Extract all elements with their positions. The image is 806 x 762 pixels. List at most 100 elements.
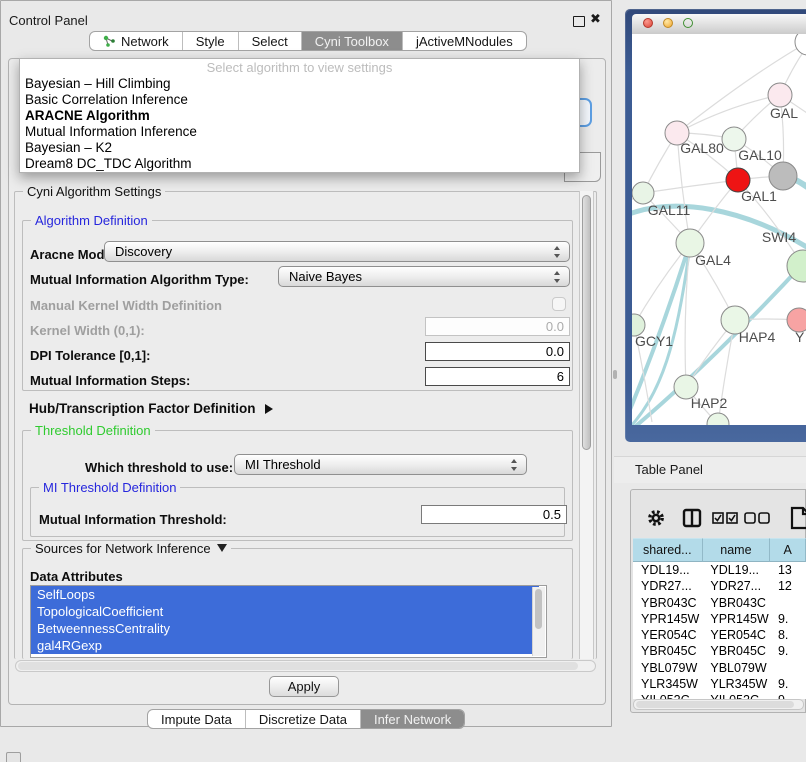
- table-cell: YDR27...: [702, 578, 770, 594]
- table-row[interactable]: YBR043CYBR043C: [633, 595, 806, 611]
- checked-boxes-icon[interactable]: [712, 511, 738, 525]
- tab-discretize-data[interactable]: Discretize Data: [245, 710, 360, 728]
- table-row[interactable]: YPR145WYPR145W9.: [633, 611, 806, 627]
- network-edge[interactable]: [634, 243, 690, 325]
- list-scrollbar[interactable]: [532, 587, 545, 656]
- mini-grip-icon[interactable]: [6, 752, 21, 762]
- table-row[interactable]: YBR045CYBR045C9.: [633, 643, 806, 659]
- document-icon[interactable]: [790, 506, 806, 530]
- column-header-a[interactable]: A: [770, 538, 806, 562]
- algorithm-option-bayesian-k2[interactable]: Bayesian – K2: [20, 140, 579, 156]
- zoom-traffic-light-icon[interactable]: [683, 18, 693, 28]
- algorithm-dropdown-popup: Select algorithm to view settings Bayesi…: [19, 58, 580, 173]
- threshold-definition-legend: Threshold Definition: [31, 423, 155, 438]
- network-node[interactable]: [795, 34, 806, 55]
- settings-scrollbar-thumb[interactable]: [582, 195, 591, 450]
- sources-legend[interactable]: Sources for Network Inference: [31, 541, 231, 556]
- tab-label: Infer Network: [374, 712, 451, 727]
- attribute-item-betweennesscentrality[interactable]: BetweennessCentrality: [31, 620, 539, 637]
- tab-select[interactable]: Select: [238, 32, 301, 50]
- float-window-icon[interactable]: [573, 16, 585, 27]
- network-edge[interactable]: [643, 180, 738, 193]
- mi-threshold-legend: MI Threshold Definition: [39, 480, 180, 495]
- dpi-tolerance-input[interactable]: [425, 342, 570, 361]
- algorithm-option-dream8-dc-tdc-algorithm[interactable]: Dream8 DC_TDC Algorithm: [20, 156, 579, 172]
- mi-type-combo[interactable]: Naive Bayes: [278, 266, 570, 287]
- columns-icon[interactable]: [682, 508, 702, 528]
- which-threshold-combo[interactable]: MI Threshold: [234, 454, 527, 475]
- list-scrollbar-thumb[interactable]: [535, 589, 542, 629]
- column-header-shared[interactable]: shared...: [633, 538, 703, 562]
- table-row[interactable]: YER054CYER054C8.: [633, 627, 806, 643]
- kernel-width-input[interactable]: [425, 317, 570, 336]
- close-icon[interactable]: ✖: [590, 11, 601, 27]
- minimize-traffic-light-icon[interactable]: [663, 18, 673, 28]
- network-edge[interactable]: [677, 95, 780, 133]
- data-attributes-list[interactable]: SelfLoopsTopologicalCoefficientBetweenne…: [30, 585, 547, 658]
- mi-threshold-input[interactable]: [421, 505, 567, 524]
- settings-vertical-scrollbar[interactable]: [579, 191, 594, 659]
- table-horizontal-scrollbar[interactable]: [633, 699, 804, 710]
- aracne-mode-combo[interactable]: Discovery: [104, 241, 570, 262]
- table-row[interactable]: YLR345WYLR345W9.: [633, 676, 806, 692]
- tab-label: Impute Data: [161, 712, 232, 727]
- hub-definition-toggle[interactable]: Hub/Transcription Factor Definition: [29, 401, 273, 416]
- table-row[interactable]: YIL052CYIL052C9: [633, 692, 806, 699]
- control-panel-window: Control Panel ✖ NetworkStyleSelectCyni T…: [0, 0, 612, 727]
- settings-horizontal-scrollbar[interactable]: [15, 660, 596, 672]
- cyni-settings-legend: Cyni Algorithm Settings: [23, 184, 165, 199]
- bottom-tab-bar: Impute Data Discretize Data Infer Network: [147, 709, 465, 729]
- table-cell: YDR27...: [633, 578, 702, 594]
- table-row[interactable]: YDR27...YDR27...12: [633, 578, 806, 594]
- tab-impute-data[interactable]: Impute Data: [148, 710, 245, 728]
- node-label: SWI4: [762, 229, 796, 245]
- table-panel-title: Table Panel: [635, 462, 703, 477]
- spinner-arrows-icon: [554, 270, 561, 284]
- tab-label: Network: [121, 34, 169, 49]
- aracne-mode-value: Discovery: [115, 244, 172, 259]
- network-node-gal[interactable]: [768, 83, 792, 107]
- table-row[interactable]: YBL079WYBL079W: [633, 660, 806, 676]
- tab-infer-network[interactable]: Infer Network: [360, 710, 464, 728]
- algorithm-option-bayesian-hill-climbing[interactable]: Bayesian – Hill Climbing: [20, 76, 579, 92]
- node-label: GAL80: [680, 140, 724, 156]
- table-cell: YBR045C: [702, 643, 770, 659]
- tab-jactivemnodules[interactable]: jActiveMNodules: [402, 32, 526, 50]
- unchecked-boxes-icon[interactable]: [744, 511, 770, 525]
- algorithm-definition-legend: Algorithm Definition: [31, 213, 152, 228]
- table-scrollbar-thumb[interactable]: [636, 701, 794, 708]
- gear-icon[interactable]: [646, 508, 666, 528]
- data-attributes-label: Data Attributes: [30, 569, 123, 584]
- tab-cyni-toolbox[interactable]: Cyni Toolbox: [301, 32, 402, 50]
- node-label: GAL1: [741, 188, 777, 204]
- algorithm-option-basic-correlation-inference[interactable]: Basic Correlation Inference: [20, 92, 579, 108]
- table-cell: 9.: [770, 611, 806, 627]
- column-header-name[interactable]: name: [703, 538, 771, 562]
- mi-steps-input[interactable]: [425, 367, 570, 386]
- network-node[interactable]: [769, 162, 797, 190]
- algorithm-option-mutual-information-inference[interactable]: Mutual Information Inference: [20, 124, 579, 140]
- close-traffic-light-icon[interactable]: [643, 18, 653, 28]
- manual-kernel-label: Manual Kernel Width Definition: [30, 298, 222, 313]
- apply-button[interactable]: Apply: [269, 676, 339, 697]
- table-cell: YBL079W: [702, 660, 770, 676]
- manual-kernel-checkbox[interactable]: [552, 297, 566, 311]
- table-header: shared...nameA: [633, 538, 806, 562]
- table-cell: YBR043C: [633, 595, 702, 611]
- network-window-titlebar[interactable]: [632, 14, 806, 35]
- algorithm-option-aracne-algorithm[interactable]: ARACNE Algorithm: [20, 108, 579, 124]
- tab-style[interactable]: Style: [182, 32, 238, 50]
- node-label: Y: [795, 329, 805, 345]
- table-row[interactable]: YDL19...YDL19...13: [633, 562, 806, 578]
- table-cell: 9.: [770, 676, 806, 692]
- network-canvas[interactable]: GALGAL80GAL10GAL1GAL11SWI4GAL4GCY1HAP4YH…: [632, 34, 806, 425]
- settings-hscrollbar-thumb[interactable]: [18, 662, 578, 670]
- tab-network[interactable]: Network: [90, 32, 182, 50]
- hub-definition-label: Hub/Transcription Factor Definition: [29, 401, 256, 416]
- table-cell: YBL079W: [633, 660, 702, 676]
- attribute-item-selfloops[interactable]: SelfLoops: [31, 586, 539, 603]
- panel-divider-handle[interactable]: [613, 370, 617, 379]
- network-node-gal11[interactable]: [632, 182, 654, 204]
- attribute-item-gal4rgexp[interactable]: gal4RGexp: [31, 637, 539, 654]
- attribute-item-topologicalcoefficient[interactable]: TopologicalCoefficient: [31, 603, 539, 620]
